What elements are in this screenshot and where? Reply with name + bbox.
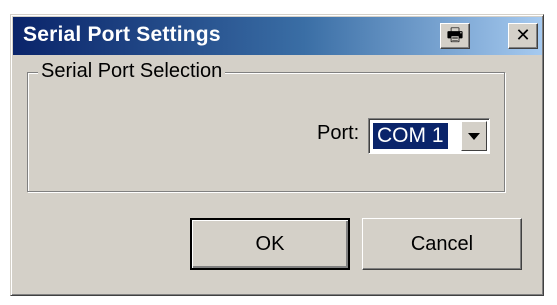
chevron-down-icon [468, 132, 480, 140]
port-label: Port: [317, 122, 360, 144]
printer-button[interactable]: 🖶 [440, 23, 470, 49]
ok-button[interactable]: OK [190, 218, 350, 270]
title-bar[interactable]: Serial Port Settings 🖶 ✕ [13, 17, 542, 55]
port-dropdown[interactable]: COM 1 [368, 118, 490, 154]
window-title: Serial Port Settings [23, 23, 221, 46]
group-legend: Serial Port Selection [38, 60, 226, 83]
close-button[interactable]: ✕ [508, 23, 538, 49]
close-icon: ✕ [515, 25, 531, 46]
printer-icon: 🖶 [446, 25, 464, 46]
port-selected-value[interactable]: COM 1 [373, 123, 448, 149]
dropdown-arrow-button[interactable] [461, 121, 487, 151]
cancel-button[interactable]: Cancel [362, 218, 522, 270]
